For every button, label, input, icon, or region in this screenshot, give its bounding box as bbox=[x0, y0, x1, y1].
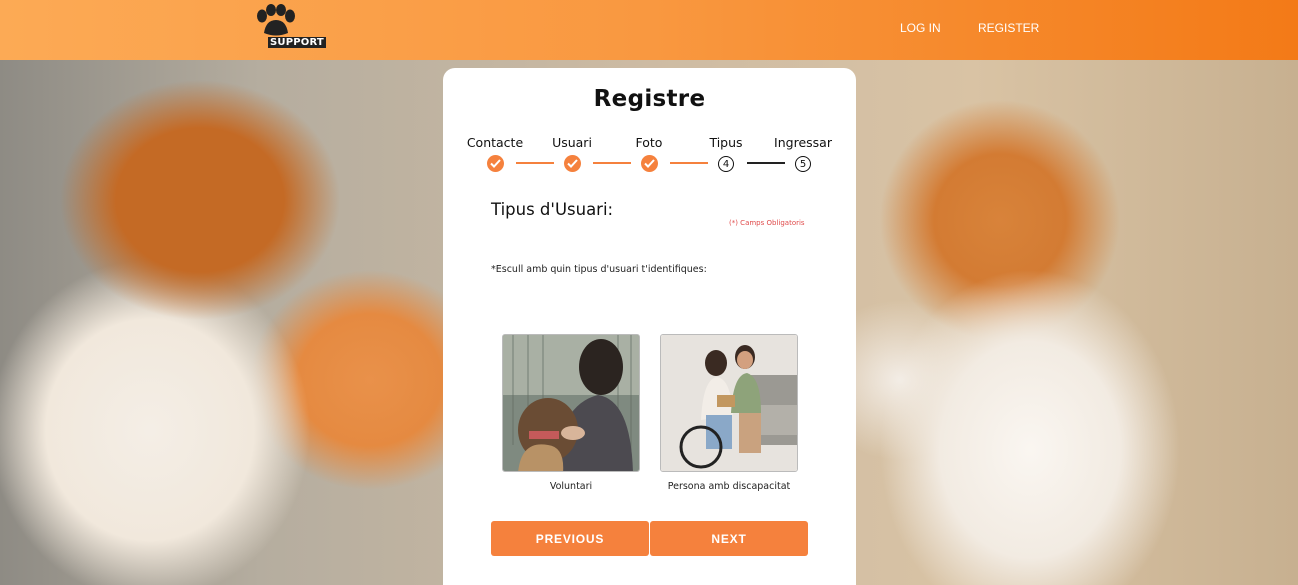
step-connector-2 bbox=[593, 162, 631, 164]
step-number-5: 5 bbox=[795, 156, 811, 172]
step-connector-4 bbox=[747, 162, 785, 164]
register-link[interactable]: REGISTER bbox=[978, 21, 1039, 35]
step-check-icon bbox=[641, 155, 658, 172]
next-button[interactable]: NEXT bbox=[650, 521, 808, 556]
step-check-icon bbox=[487, 155, 504, 172]
previous-button[interactable]: PREVIOUS bbox=[491, 521, 649, 556]
required-fields-note: (*) Camps Obligatoris bbox=[729, 219, 805, 227]
step-label-ingressar: Ingressar bbox=[774, 135, 832, 150]
volunteer-photo[interactable] bbox=[502, 334, 640, 472]
top-navbar: SUPPORT LOG IN REGISTER bbox=[0, 0, 1298, 60]
step-connector-3 bbox=[670, 162, 708, 164]
step-number-4: 4 bbox=[718, 156, 734, 172]
step-connector-1 bbox=[516, 162, 554, 164]
user-type-prompt: *Escull amb quin tipus d'usuari t'identi… bbox=[491, 264, 707, 275]
paw-icon bbox=[257, 4, 295, 36]
support-logo[interactable]: SUPPORT bbox=[250, 4, 326, 50]
disabled-person-photo[interactable] bbox=[660, 334, 798, 472]
logo-text: SUPPORT bbox=[268, 37, 326, 48]
choice-disabled-person[interactable]: Persona amb discapacitat bbox=[660, 334, 798, 492]
section-title: Tipus d'Usuari: bbox=[491, 200, 614, 219]
step-check-icon bbox=[564, 155, 581, 172]
login-link[interactable]: LOG IN bbox=[900, 21, 941, 35]
choice-label-volunteer: Voluntari bbox=[549, 481, 593, 492]
registration-card: Registre Contacte Usuari Foto Tipus Ingr… bbox=[443, 68, 856, 585]
choice-volunteer[interactable]: Voluntari bbox=[502, 334, 640, 492]
choice-label-disabled-person: Persona amb discapacitat bbox=[667, 481, 791, 492]
page-title: Registre bbox=[593, 86, 706, 112]
